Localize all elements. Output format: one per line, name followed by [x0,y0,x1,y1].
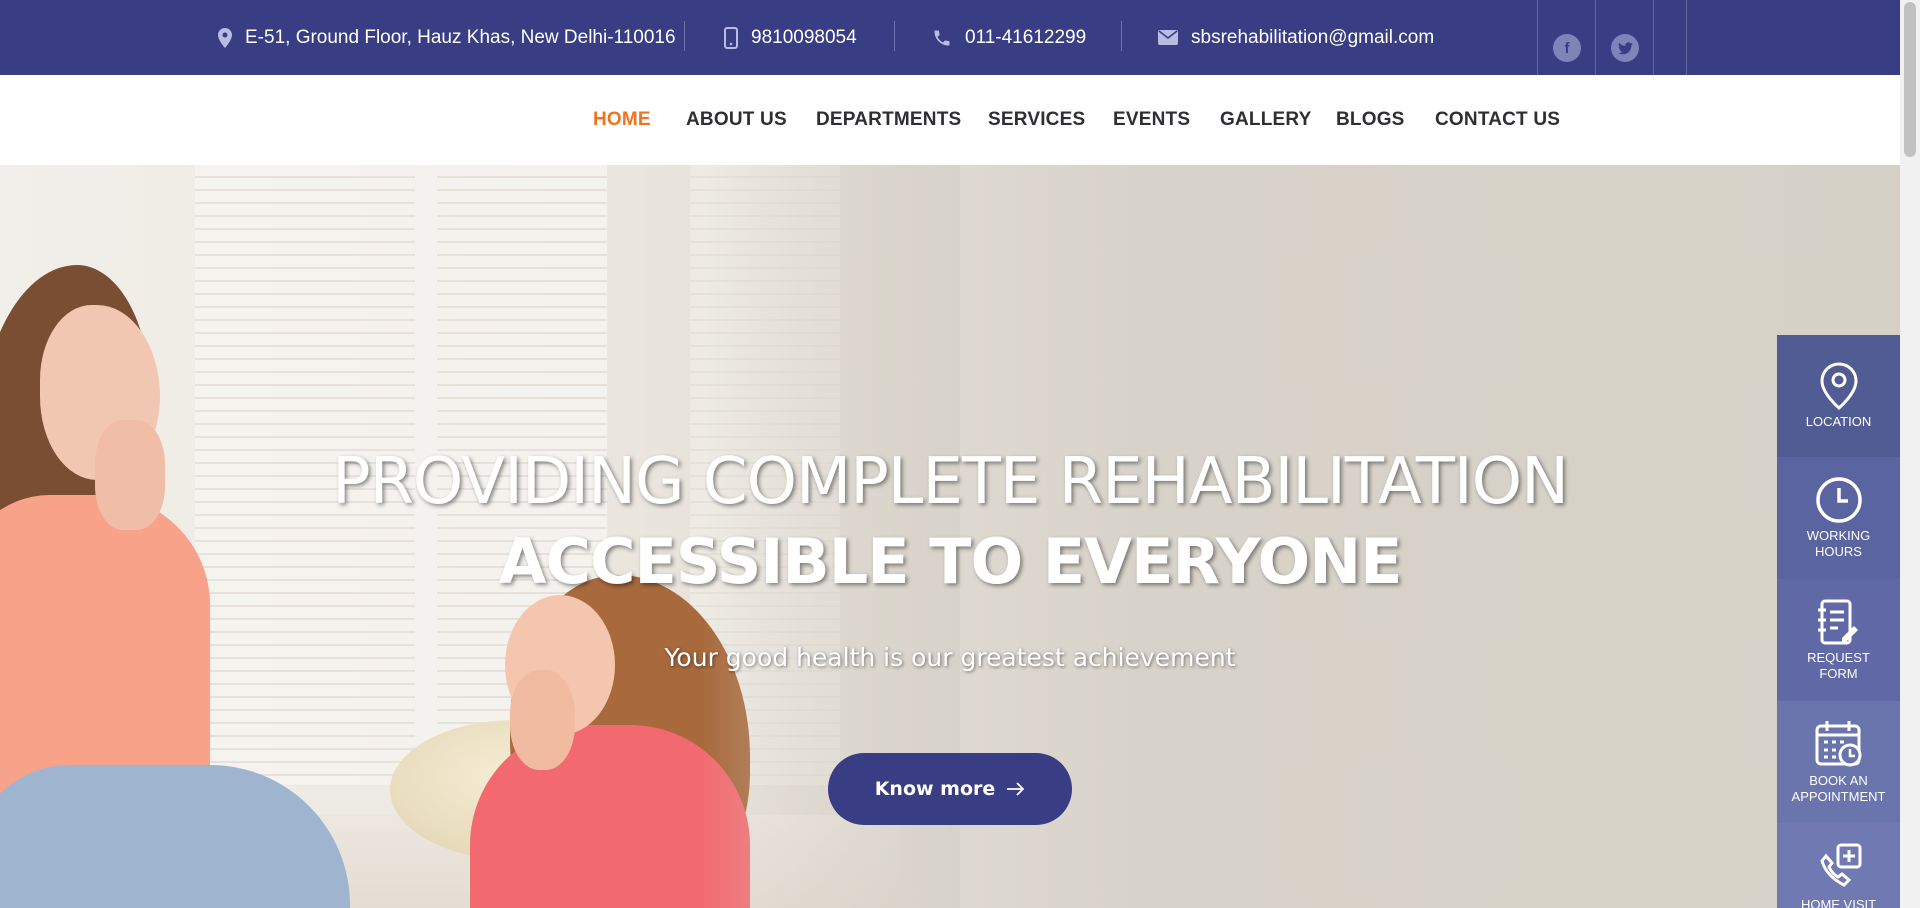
divider [684,21,685,51]
divider [1595,0,1596,75]
address-text: E-51, Ground Floor, Hauz Khas, New Delhi… [245,26,676,48]
side-book-appointment[interactable]: BOOK AN APPOINTMENT [1777,701,1900,823]
twitter-bird-icon [1617,41,1633,54]
scrollbar-thumb[interactable] [1904,2,1916,157]
side-label: HOME VISIT [1800,897,1877,908]
divider [1653,0,1654,75]
side-home-visit[interactable]: HOME VISIT [1777,823,1900,908]
divider [1121,21,1122,51]
phone-item[interactable]: 011-41612299 [932,0,1086,75]
location-pin-icon [1819,362,1858,410]
side-request-form[interactable]: REQUEST FORM [1777,579,1900,701]
home-visit-phone-icon [1819,843,1861,887]
nav-about-us[interactable]: ABOUT US [686,75,787,165]
nav-events[interactable]: EVENTS [1113,75,1190,165]
twitter-icon[interactable] [1611,34,1639,62]
girl-figure [510,670,575,770]
email-address[interactable]: sbsrehabilitation@gmail.com [1191,27,1434,49]
nav-contact-us[interactable]: CONTACT US [1435,75,1560,165]
phone-icon [934,30,950,45]
side-label: REQUEST FORM [1807,650,1870,681]
hero-headline: PROVIDING COMPLETE REHABILITATION [331,445,1569,519]
main-navigation: HOME ABOUT US DEPARTMENTS SERVICES EVENT… [0,75,1900,165]
side-label: WORKING HOURS [1806,528,1871,559]
nav-blogs[interactable]: BLOGS [1336,75,1405,165]
mobile-phone-icon [724,26,738,49]
mobile-item[interactable]: 9810098054 [724,0,857,75]
nav-home[interactable]: HOME [593,75,651,165]
woman-figure [0,765,350,908]
divider [1537,0,1538,75]
hero-headline-bold: ACCESSIBLE TO EVERYONE [498,525,1403,598]
address-item: E-51, Ground Floor, Hauz Khas, New Delhi… [218,0,676,75]
form-icon [1817,599,1858,645]
nav-departments[interactable]: DEPARTMENTS [816,75,961,165]
nav-gallery[interactable]: GALLERY [1220,75,1311,165]
mobile-number[interactable]: 9810098054 [751,27,857,49]
email-item[interactable]: sbsrehabilitation@gmail.com [1158,0,1434,75]
envelope-icon [1158,30,1178,45]
clock-icon [1815,477,1862,523]
map-pin-icon [218,27,232,48]
quick-access-panel: LOCATION WORKING HOURS REQUEST FORM BOOK… [1777,335,1900,908]
phone-number[interactable]: 011-41612299 [965,27,1086,49]
hero-subtitle: Your good health is our greatest achieve… [664,643,1236,672]
side-location[interactable]: LOCATION [1777,335,1900,457]
know-more-button[interactable]: Know more [828,753,1072,825]
side-label: BOOK AN APPOINTMENT [1791,773,1886,804]
nav-services[interactable]: SERVICES [988,75,1085,165]
calendar-icon [1815,721,1861,767]
divider [894,21,895,51]
hero-banner: PROVIDING COMPLETE REHABILITATION ACCESS… [0,165,1900,908]
know-more-label: Know more [874,778,996,800]
side-working-hours[interactable]: WORKING HOURS [1777,457,1900,579]
divider [1686,0,1687,75]
facebook-icon[interactable]: f [1553,34,1581,62]
page-scrollbar[interactable] [1900,0,1920,908]
side-label: LOCATION [1805,414,1872,429]
top-contact-bar: E-51, Ground Floor, Hauz Khas, New Delhi… [0,0,1900,75]
arrow-right-icon [1007,782,1025,796]
